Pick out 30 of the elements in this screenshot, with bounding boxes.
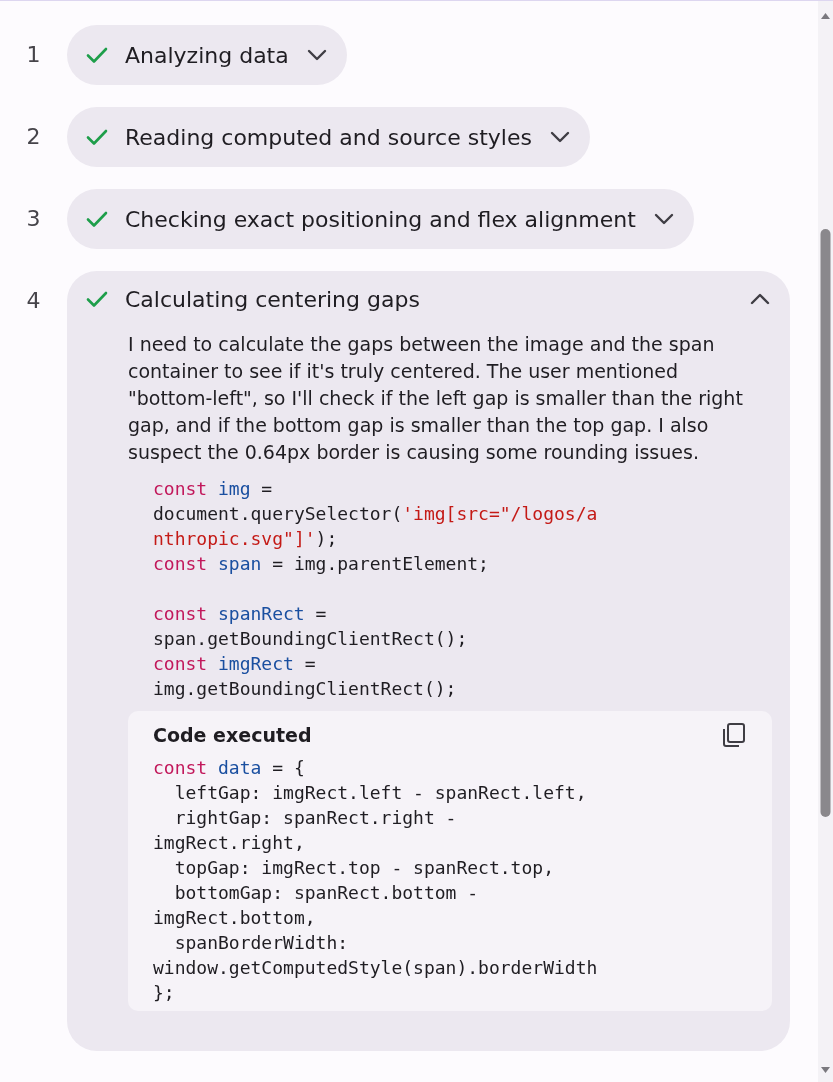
step-number: 1: [25, 41, 42, 69]
code-line: leftGap: imgRect.left - spanRect.left,: [173, 781, 587, 805]
step-toggle[interactable]: Calculating centering gaps: [85, 271, 772, 327]
code-line: nthropic.svg"]');: [153, 527, 338, 551]
code-line: document.querySelector('img[src="/logos/a: [153, 502, 598, 526]
code-line: span.getBoundingClientRect();: [153, 627, 468, 651]
code-line: topGap: imgRect.top - spanRect.top,: [173, 856, 554, 880]
step-number: 4: [25, 287, 42, 315]
code-line: const span = img.parentElement;: [153, 552, 489, 576]
code-line: const spanRect =: [153, 602, 327, 626]
code-line: img.getBoundingClientRect();: [153, 677, 457, 701]
code-line: const data = {: [153, 756, 305, 780]
code-line: imgRect.bottom,: [153, 906, 316, 930]
step-toggle[interactable]: Checking exact positioning and flex alignment: [67, 189, 694, 249]
copy-icon[interactable]: [720, 721, 748, 749]
code-line: };: [153, 981, 175, 1005]
code-line: rightGap: spanRect.right -: [173, 806, 457, 830]
scrollbar[interactable]: [818, 1, 833, 1082]
code-line: const img =: [153, 477, 273, 501]
step-toggle[interactable]: Reading computed and source styles: [67, 107, 590, 167]
code-line: const imgRect =: [153, 652, 316, 676]
step-toggle[interactable]: Analyzing data: [67, 25, 347, 85]
reasoning-paragraph: I need to calculate the gaps between the image and the span container to see if it's truly centered. The user mentioned "bottom-left", so I'll check if the left gap is smaller than the right gap, and if the bottom gap is smaller than the top gap. I also suspect the 0.64px border is causing some rounding issues.: [128, 332, 744, 465]
step-number: 2: [25, 123, 42, 151]
code-line: imgRect.right,: [153, 831, 305, 855]
code-panel-title: Code executed: [153, 724, 312, 746]
code-line: window.getComputedStyle(span).borderWidth: [153, 956, 598, 980]
step-number: 3: [25, 205, 42, 233]
code-line: spanBorderWidth:: [173, 931, 349, 955]
code-line: bottomGap: spanRect.bottom -: [173, 881, 479, 905]
